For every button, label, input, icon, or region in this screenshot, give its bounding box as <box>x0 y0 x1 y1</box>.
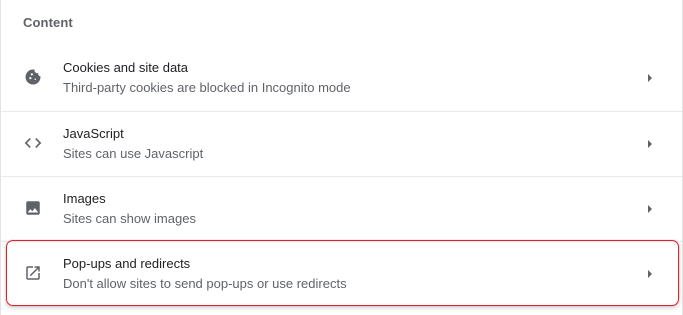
chevron-right-icon <box>648 205 652 213</box>
settings-item-javascript[interactable]: JavaScript Sites can use Javascript <box>1 111 682 175</box>
item-sublabel: Sites can use Javascript <box>63 146 204 161</box>
item-sublabel: Third-party cookies are blocked in Incog… <box>63 80 351 95</box>
chevron-right-icon <box>648 270 652 278</box>
image-icon <box>23 198 43 218</box>
item-sublabel: Sites can show images <box>63 211 196 226</box>
item-label: JavaScript <box>63 126 124 141</box>
code-icon <box>23 133 43 153</box>
cookie-icon <box>23 67 43 87</box>
item-label: Cookies and site data <box>63 60 189 75</box>
item-label: Images <box>63 191 106 206</box>
section-title: Content <box>23 15 73 30</box>
chevron-right-icon <box>648 140 652 148</box>
item-label: Pop-ups and redirects <box>63 256 191 271</box>
settings-item-cookies[interactable]: Cookies and site data Third-party cookie… <box>1 46 682 110</box>
content-settings-panel: Content Cookies and site data Third-part… <box>0 0 683 315</box>
open-in-new-icon <box>23 263 43 283</box>
settings-item-popups[interactable]: Pop-ups and redirects Don't allow sites … <box>1 241 682 305</box>
chevron-right-icon <box>648 74 652 82</box>
item-sublabel: Don't allow sites to send pop-ups or use… <box>63 276 347 291</box>
settings-item-images[interactable]: Images Sites can show images <box>1 176 682 240</box>
